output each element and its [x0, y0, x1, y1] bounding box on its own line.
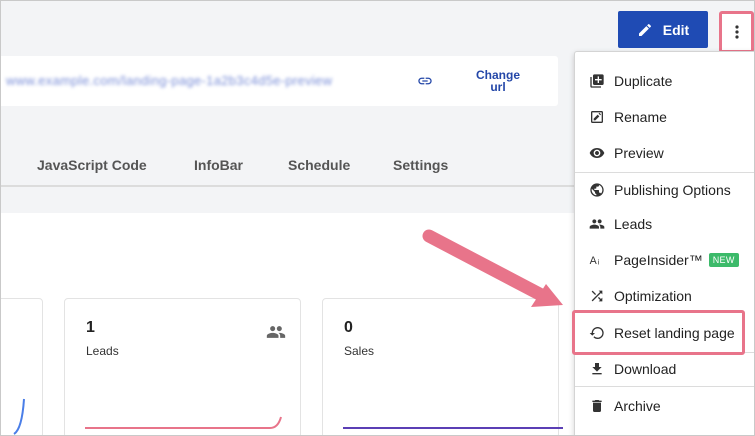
menu-item-label: Duplicate	[614, 73, 673, 89]
menu-item-optimization[interactable]: Optimization	[575, 281, 754, 311]
sales-trend-line	[343, 427, 563, 429]
leads-label: Leads	[86, 344, 119, 358]
sales-label: Sales	[344, 344, 375, 358]
text-size-icon: Ai	[590, 255, 600, 267]
leads-count: 1	[86, 319, 95, 336]
change-url-link[interactable]: Change url	[468, 69, 528, 93]
menu-item-preview[interactable]: Preview	[575, 138, 754, 168]
shuffle-icon	[591, 290, 603, 302]
menu-divider	[575, 172, 754, 173]
menu-item-label: Optimization	[614, 288, 692, 304]
globe-icon	[590, 183, 604, 197]
menu-item-download[interactable]: Download	[575, 354, 754, 384]
stat-card-partial-line	[13, 398, 25, 435]
edit-button-label: Edit	[662, 21, 690, 38]
reset-highlight-box	[572, 310, 745, 355]
leads-stat-card: 1 Leads	[64, 298, 301, 435]
eye-icon	[589, 148, 605, 158]
pencil-icon	[638, 23, 651, 36]
tab-schedule[interactable]: Schedule	[288, 157, 350, 173]
menu-item-label: Download	[614, 361, 677, 377]
leads-trend-line	[85, 416, 282, 429]
menu-item-label: Publishing Options	[614, 182, 731, 198]
more-vertical-icon	[734, 25, 739, 39]
more-options-menu: Duplicate Rename Preview Publishing Opti…	[574, 51, 754, 435]
url-bar: www.example.com/landing-page-1a2b3c4d5e-…	[1, 56, 558, 106]
trash-icon	[592, 400, 602, 412]
menu-item-duplicate[interactable]: Duplicate	[575, 66, 754, 96]
edit-button[interactable]: Edit	[618, 11, 708, 48]
more-options-button[interactable]	[719, 11, 754, 53]
users-icon	[266, 326, 286, 338]
menu-item-label: PageInsider™	[614, 252, 703, 268]
svg-text:i: i	[598, 258, 600, 267]
sales-count: 0	[344, 319, 353, 336]
svg-text:A: A	[590, 255, 598, 267]
sales-stat-card: 0 Sales	[322, 298, 563, 435]
duplicate-icon	[590, 74, 604, 88]
new-badge: NEW	[708, 253, 739, 267]
users-icon	[589, 219, 605, 229]
menu-item-label: Preview	[614, 145, 664, 161]
menu-item-label: Leads	[614, 216, 653, 232]
menu-item-label: Archive	[614, 398, 661, 414]
tab-settings[interactable]: Settings	[393, 157, 448, 173]
download-icon	[592, 363, 602, 375]
tab-infobar[interactable]: InfoBar	[194, 157, 243, 173]
rename-icon	[591, 111, 603, 123]
menu-item-leads[interactable]: Leads	[575, 209, 754, 239]
app-frame: Edit www.example.com/landing-page-1a2b3c…	[0, 0, 755, 436]
menu-item-label: Rename	[614, 109, 667, 125]
menu-item-publishing-options[interactable]: Publishing Options	[575, 175, 754, 205]
link-icon[interactable]	[415, 73, 435, 89]
tab-javascript-code[interactable]: JavaScript Code	[37, 157, 147, 173]
menu-item-archive[interactable]: Archive	[575, 391, 754, 421]
page-url[interactable]: www.example.com/landing-page-1a2b3c4d5e-…	[6, 73, 332, 88]
menu-item-rename[interactable]: Rename	[575, 102, 754, 132]
stat-card-partial	[1, 298, 43, 435]
menu-item-pageinsider[interactable]: Ai PageInsider™ NEW	[575, 245, 754, 275]
menu-divider	[575, 386, 754, 387]
